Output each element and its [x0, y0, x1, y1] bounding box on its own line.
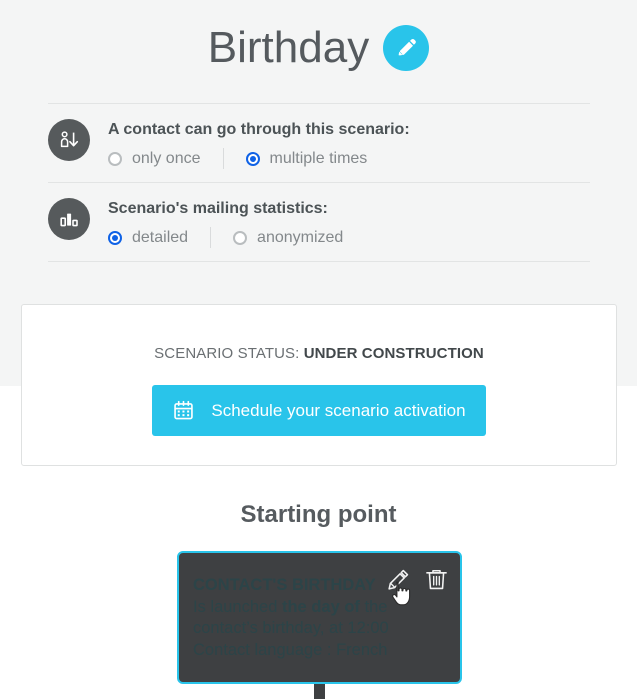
status-label: SCENARIO STATUS:: [154, 345, 300, 362]
radio-mark: [245, 151, 260, 166]
setting-row-mailing-statistics: Scenario's mailing statistics: detailed …: [48, 183, 590, 262]
schedule-button-label: Schedule your scenario activation: [211, 400, 466, 420]
status-line: SCENARIO STATUS: UNDER CONSTRUCTION: [154, 345, 484, 362]
radio-mark: [108, 151, 122, 166]
radio-option-anonymized[interactable]: anonymized: [233, 228, 343, 247]
setting-body: A contact can go through this scenario: …: [108, 118, 590, 169]
bar-chart-icon: [48, 198, 90, 240]
delete-node-button[interactable]: [423, 565, 449, 593]
starting-point-heading: Starting point: [240, 501, 397, 528]
pencil-icon: [394, 36, 418, 60]
scenario-settings: A contact can go through this scenario: …: [48, 103, 590, 262]
radio-label: only once: [132, 150, 201, 167]
pencil-icon: [386, 567, 411, 592]
starting-point-node-text: CONTACT'S BIRTHDAY Is launched the day of…: [193, 575, 415, 661]
node-line-2: Contact language : French: [193, 640, 388, 659]
radio-label: multiple times: [269, 150, 368, 167]
radio-group-contact-flow: only once multiple times: [108, 148, 590, 169]
setting-label-mailing-statistics: Scenario's mailing statistics:: [108, 200, 328, 217]
trash-icon: [424, 567, 449, 592]
starting-point-node-actions: [385, 565, 449, 593]
radio-mark: [233, 230, 248, 245]
setting-body: Scenario's mailing statistics: detailed …: [108, 197, 590, 248]
page-title: Birthday: [207, 23, 370, 72]
radio-option-detailed[interactable]: detailed: [108, 228, 188, 247]
radio-option-only-once[interactable]: only once: [108, 149, 201, 168]
page-header: Birthday: [0, 0, 637, 96]
setting-row-contact-flow: A contact can go through this scenario: …: [48, 103, 590, 183]
scenario-status-card: SCENARIO STATUS: UNDER CONSTRUCTION Sche…: [21, 304, 617, 466]
edit-title-button[interactable]: [383, 25, 430, 71]
starting-point-node[interactable]: CONTACT'S BIRTHDAY Is launched the day of…: [177, 551, 462, 684]
radio-group-mailing-statistics: detailed anonymized: [108, 227, 590, 248]
radio-mark: [108, 230, 122, 245]
contact-flow-icon: [48, 119, 90, 161]
setting-label-contact-flow: A contact can go through this scenario:: [108, 121, 410, 138]
radio-separator: [222, 148, 224, 169]
radio-label: anonymized: [257, 229, 344, 246]
calendar-icon: [172, 399, 195, 422]
node-line-1-pre: Is launched: [193, 597, 282, 616]
radio-label: detailed: [132, 229, 189, 246]
node-connector-line: [314, 684, 325, 699]
edit-node-button[interactable]: [385, 565, 411, 593]
radio-option-multiple-times[interactable]: multiple times: [245, 149, 368, 168]
node-line-1-bold: the day of: [281, 597, 360, 616]
node-heading: CONTACT'S BIRTHDAY: [193, 576, 376, 594]
status-badge: UNDER CONSTRUCTION: [303, 345, 484, 362]
radio-separator: [210, 227, 212, 248]
schedule-activation-button[interactable]: Schedule your scenario activation: [152, 385, 486, 436]
